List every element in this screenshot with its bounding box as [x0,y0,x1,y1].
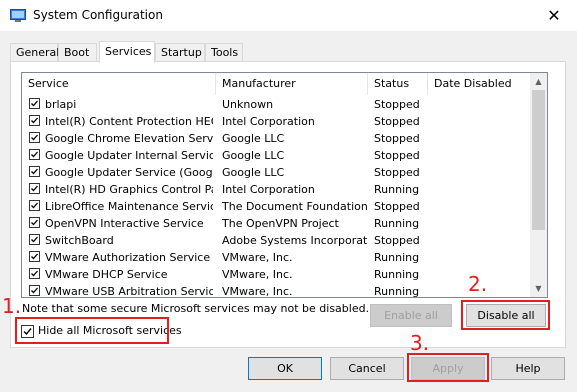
annotation-box-hide-ms [15,317,169,344]
service-row[interactable]: brlapi Unknown Stopped [22,96,530,113]
service-status: Running [374,251,420,264]
service-name: LibreOffice Maintenance Service [45,200,213,213]
column-header-manufacturer[interactable]: Manufacturer [216,73,368,95]
service-name: Intel(R) HD Graphics Control Pa... [45,183,213,196]
service-manufacturer: Google LLC [222,166,285,179]
scroll-up-icon[interactable]: ▲ [530,73,547,90]
title-bar: System Configuration ✕ [0,0,577,31]
service-status: Running [374,183,420,196]
service-row[interactable]: VMware USB Arbitration Service VMware, In… [22,283,530,298]
service-name: SwitchBoard [45,234,114,247]
scroll-down-icon[interactable]: ▼ [530,280,547,297]
service-row[interactable]: VMware Authorization Service VMware, Inc.… [22,249,530,266]
service-checkbox[interactable] [29,115,40,126]
annotation-step-1: 1. [2,294,22,318]
service-manufacturer: Intel Corporation [222,115,315,128]
service-status: Stopped [374,234,420,247]
service-status: Running [374,268,420,281]
service-checkbox[interactable] [29,149,40,160]
service-manufacturer: The Document Foundation [222,200,368,213]
service-manufacturer: The OpenVPN Project [222,217,339,230]
service-manufacturer: Adobe Systems Incorporated [222,234,368,247]
service-row[interactable]: LibreOffice Maintenance Service The Docum… [22,198,530,215]
scroll-thumb[interactable] [532,90,545,230]
service-checkbox[interactable] [29,200,40,211]
service-checkbox[interactable] [29,98,40,109]
close-button[interactable]: ✕ [531,0,577,31]
service-row[interactable]: Google Updater Service (Google... Google … [22,164,530,181]
system-configuration-window: System Configuration ✕ General Boot Serv… [0,0,577,392]
service-checkbox[interactable] [29,183,40,194]
service-checkbox[interactable] [29,217,40,228]
help-button[interactable]: Help [491,357,565,380]
annotation-box-disable-all [461,300,550,330]
tab-services[interactable]: Services [99,41,155,63]
service-manufacturer: Intel Corporation [222,183,315,196]
service-status: Stopped [374,200,420,213]
column-header-date-disabled[interactable]: Date Disabled [428,73,530,95]
column-header-status[interactable]: Status [368,73,428,95]
tab-tools[interactable]: Tools [205,43,243,61]
service-row[interactable]: Intel(R) Content Protection HEC... Intel … [22,113,530,130]
service-row[interactable]: Google Chrome Elevation Service... Google… [22,130,530,147]
service-status: Running [374,285,420,298]
service-name: Google Chrome Elevation Service... [45,132,213,145]
service-row[interactable]: Intel(R) HD Graphics Control Pa... Intel … [22,181,530,198]
service-status: Stopped [374,98,420,111]
service-name: VMware DHCP Service [45,268,168,281]
service-name: OpenVPN Interactive Service [45,217,204,230]
service-row[interactable]: SwitchBoard Adobe Systems Incorporated Sto… [22,232,530,249]
vertical-scrollbar[interactable]: ▲ ▼ [530,73,547,297]
service-row[interactable]: VMware DHCP Service VMware, Inc. Running [22,266,530,283]
list-header: Service Manufacturer Status Date Disable… [22,73,530,95]
system-configuration-icon [10,9,26,23]
tab-general[interactable]: General [10,43,59,61]
service-checkbox[interactable] [29,234,40,245]
service-status: Stopped [374,149,420,162]
service-checkbox[interactable] [29,285,40,296]
service-status: Stopped [374,166,420,179]
service-checkbox[interactable] [29,166,40,177]
tab-boot[interactable]: Boot [58,43,97,61]
annotation-step-2: 2. [468,272,488,296]
close-icon: ✕ [547,6,561,25]
service-manufacturer: VMware, Inc. [222,251,293,264]
service-name: brlapi [45,98,77,111]
service-manufacturer: VMware, Inc. [222,285,293,298]
service-row[interactable]: Google Updater Internal Service... Google… [22,147,530,164]
annotation-step-3: 3. [410,331,430,355]
tab-startup[interactable]: Startup [155,43,205,61]
service-manufacturer: VMware, Inc. [222,268,293,281]
service-status: Stopped [374,115,420,128]
footer-divider [0,353,577,354]
service-row[interactable]: OpenVPN Interactive Service The OpenVPN P… [22,215,530,232]
services-list[interactable]: Service Manufacturer Status Date Disable… [21,72,548,298]
service-name: Google Updater Internal Service... [45,149,213,162]
service-manufacturer: Google LLC [222,132,285,145]
service-checkbox[interactable] [29,268,40,279]
column-header-service[interactable]: Service [22,73,216,95]
service-status: Running [374,217,420,230]
service-checkbox[interactable] [29,251,40,262]
service-name: Google Updater Service (Google... [45,166,213,179]
ok-button[interactable]: OK [248,357,322,380]
enable-all-button[interactable]: Enable all [370,304,452,327]
service-checkbox[interactable] [29,132,40,143]
service-name: Intel(R) Content Protection HEC... [45,115,213,128]
secure-services-note: Note that some secure Microsoft services… [22,302,370,315]
service-manufacturer: Unknown [222,98,274,111]
annotation-box-apply [407,353,489,382]
service-name: VMware Authorization Service [45,251,211,264]
window-title: System Configuration [33,8,163,22]
cancel-button[interactable]: Cancel [330,357,404,380]
service-manufacturer: Google LLC [222,149,285,162]
service-name: VMware USB Arbitration Service [45,285,213,298]
service-status: Stopped [374,132,420,145]
